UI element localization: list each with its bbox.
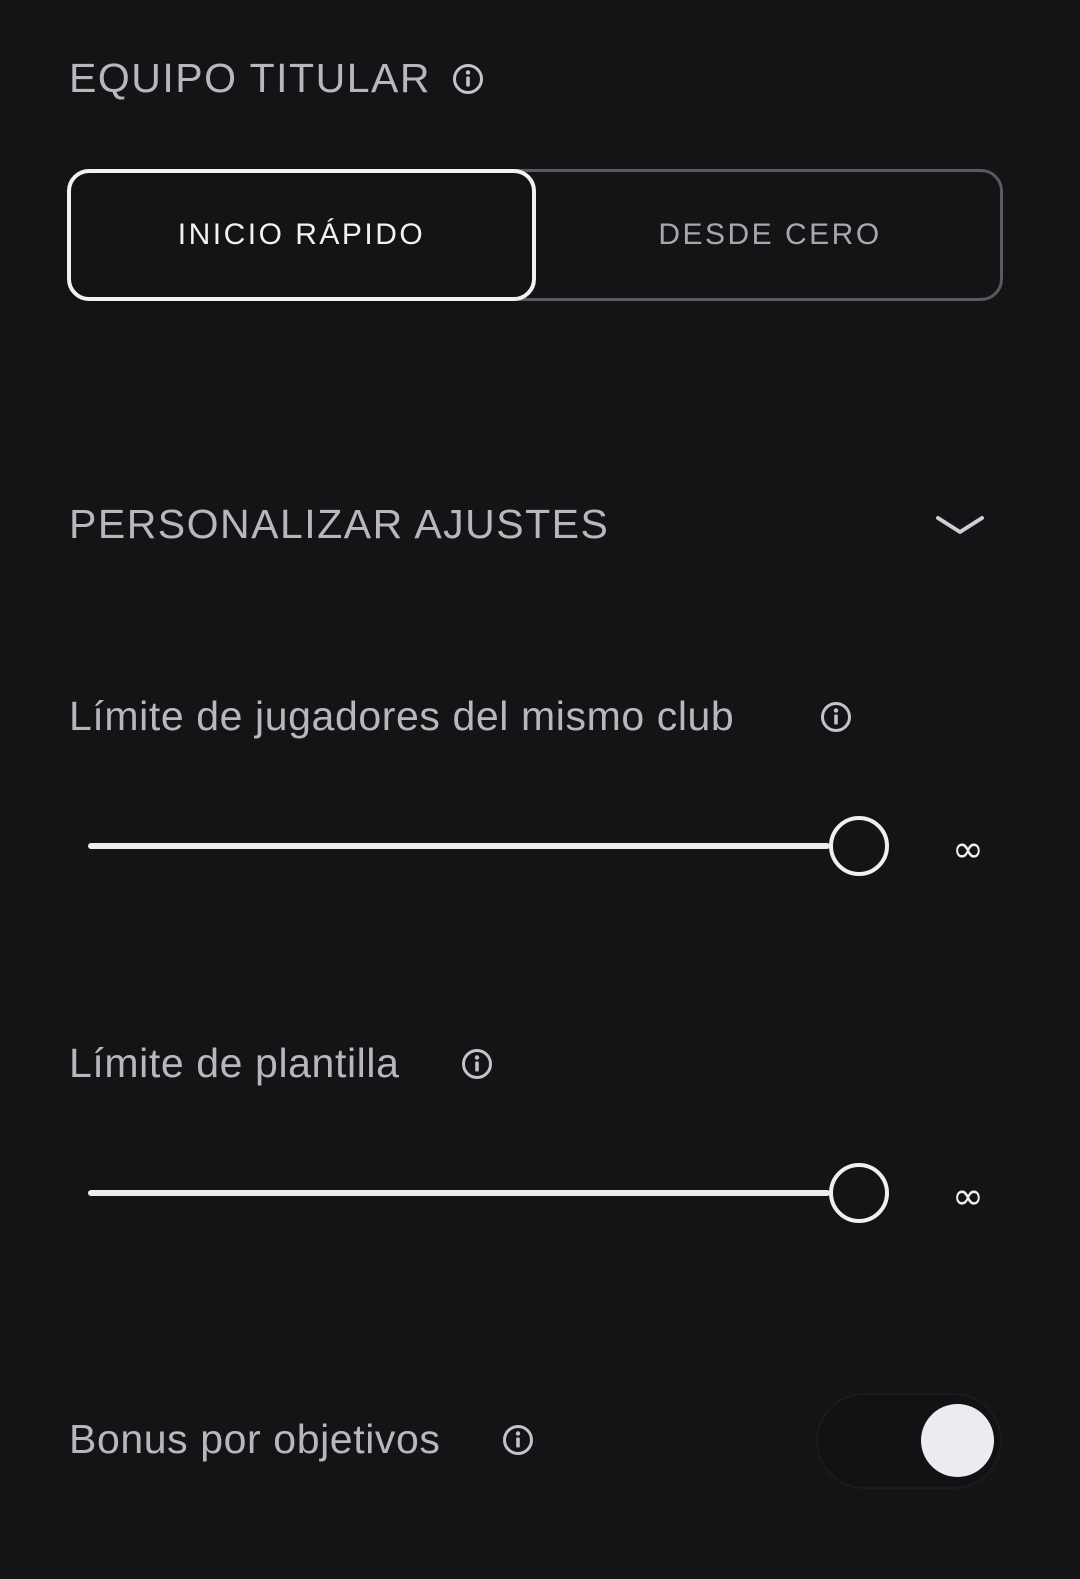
club-limit-slider-track[interactable] xyxy=(88,843,830,849)
chevron-down-icon[interactable] xyxy=(934,510,986,540)
goal-bonus-label: Bonus por objetivos xyxy=(69,1416,441,1462)
settings-section-title: PERSONALIZAR AJUSTES xyxy=(69,501,610,547)
squad-limit-slider-track[interactable] xyxy=(88,1190,830,1196)
info-icon[interactable] xyxy=(820,701,852,733)
tab-desde-cero[interactable]: DESDE CERO xyxy=(536,169,1004,301)
info-icon[interactable] xyxy=(461,1048,493,1080)
goal-bonus-toggle-knob[interactable] xyxy=(921,1404,994,1477)
tab-inicio-rapido[interactable]: INICIO RÁPIDO xyxy=(67,169,536,301)
club-limit-slider-thumb[interactable] xyxy=(829,816,889,876)
squad-limit-slider-thumb[interactable] xyxy=(829,1163,889,1223)
info-icon[interactable] xyxy=(502,1424,534,1456)
squad-limit-label: Límite de plantilla xyxy=(69,1040,400,1086)
squad-limit-value: ∞ xyxy=(952,1174,984,1218)
club-limit-label: Límite de jugadores del mismo club xyxy=(69,693,735,739)
team-section-title: EQUIPO TITULAR xyxy=(69,55,431,101)
club-limit-value: ∞ xyxy=(952,827,984,871)
tab-label: DESDE CERO xyxy=(658,218,882,251)
tab-label: INICIO RÁPIDO xyxy=(177,218,426,251)
info-icon[interactable] xyxy=(452,63,484,95)
